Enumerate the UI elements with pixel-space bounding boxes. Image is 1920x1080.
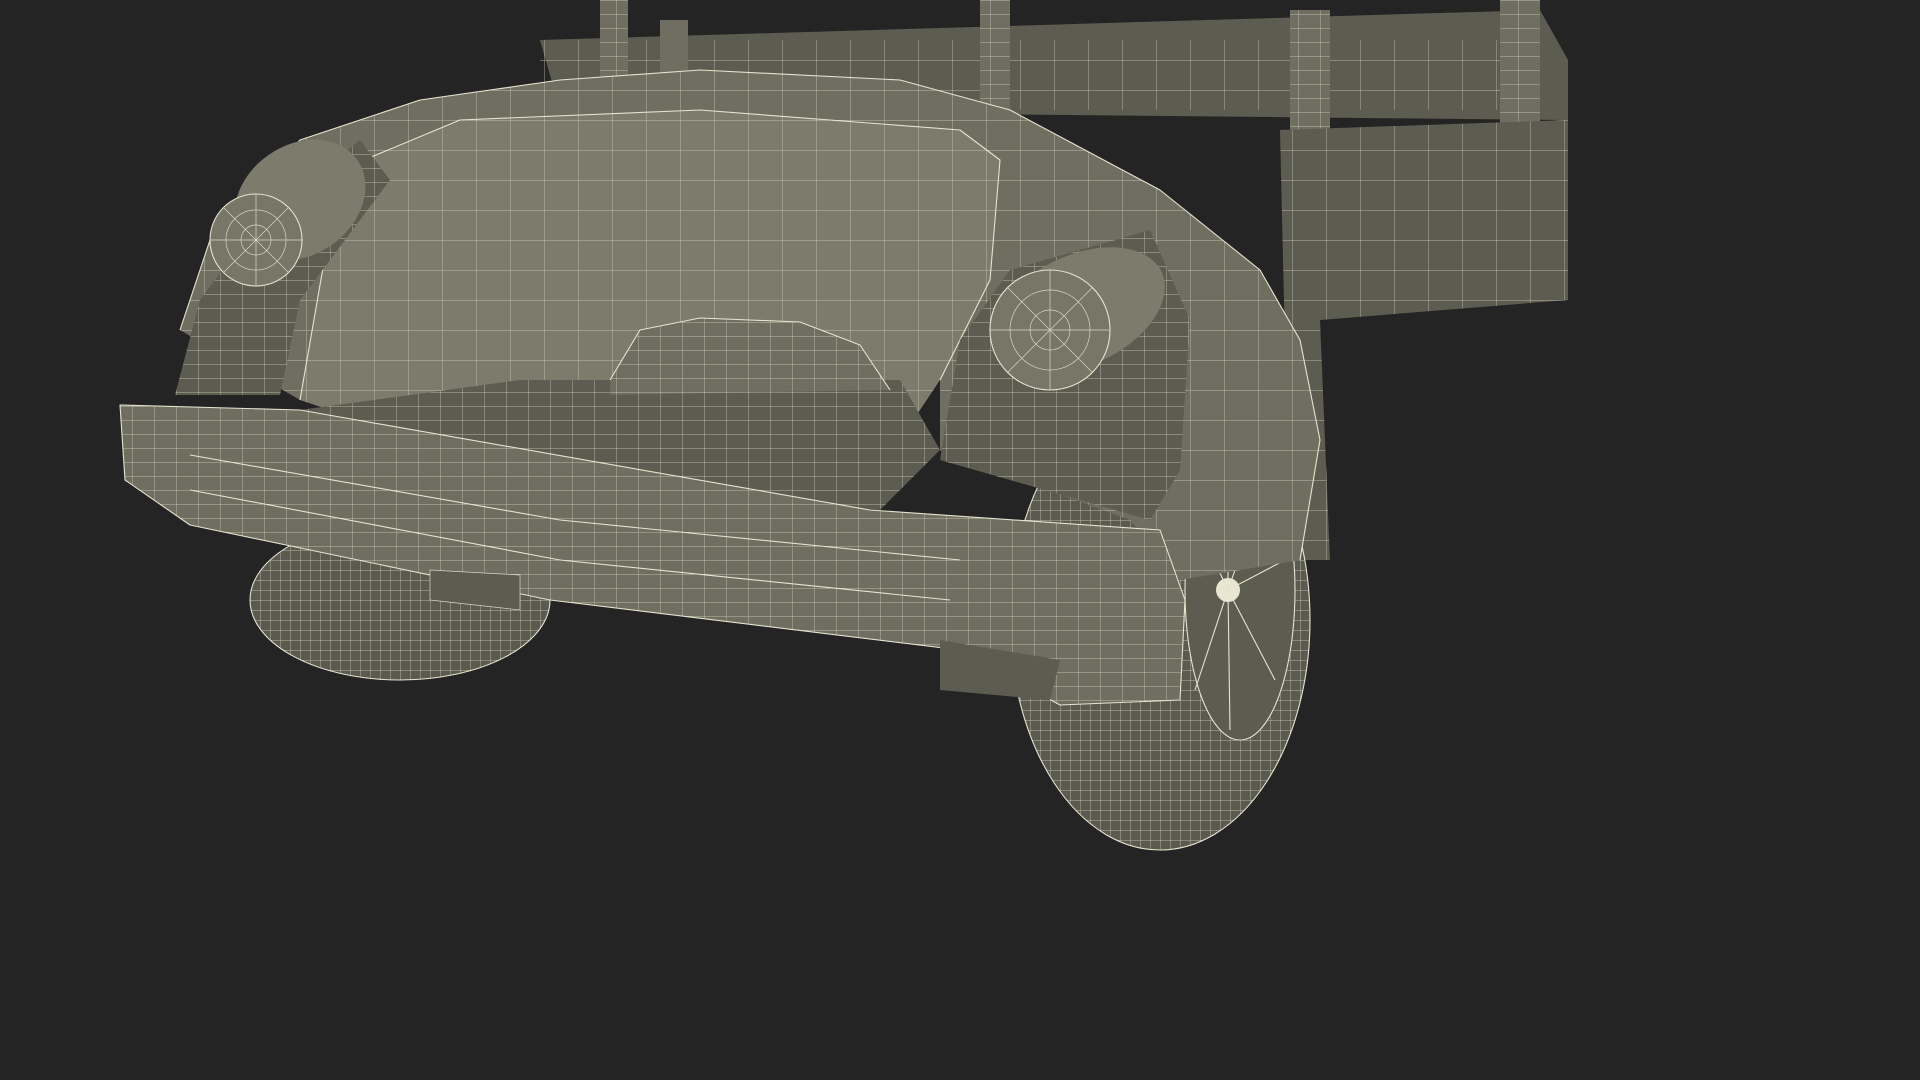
render-viewport (0, 0, 1568, 882)
side-body-panel (1280, 120, 1568, 560)
wireframe-model (119, 0, 1568, 851)
